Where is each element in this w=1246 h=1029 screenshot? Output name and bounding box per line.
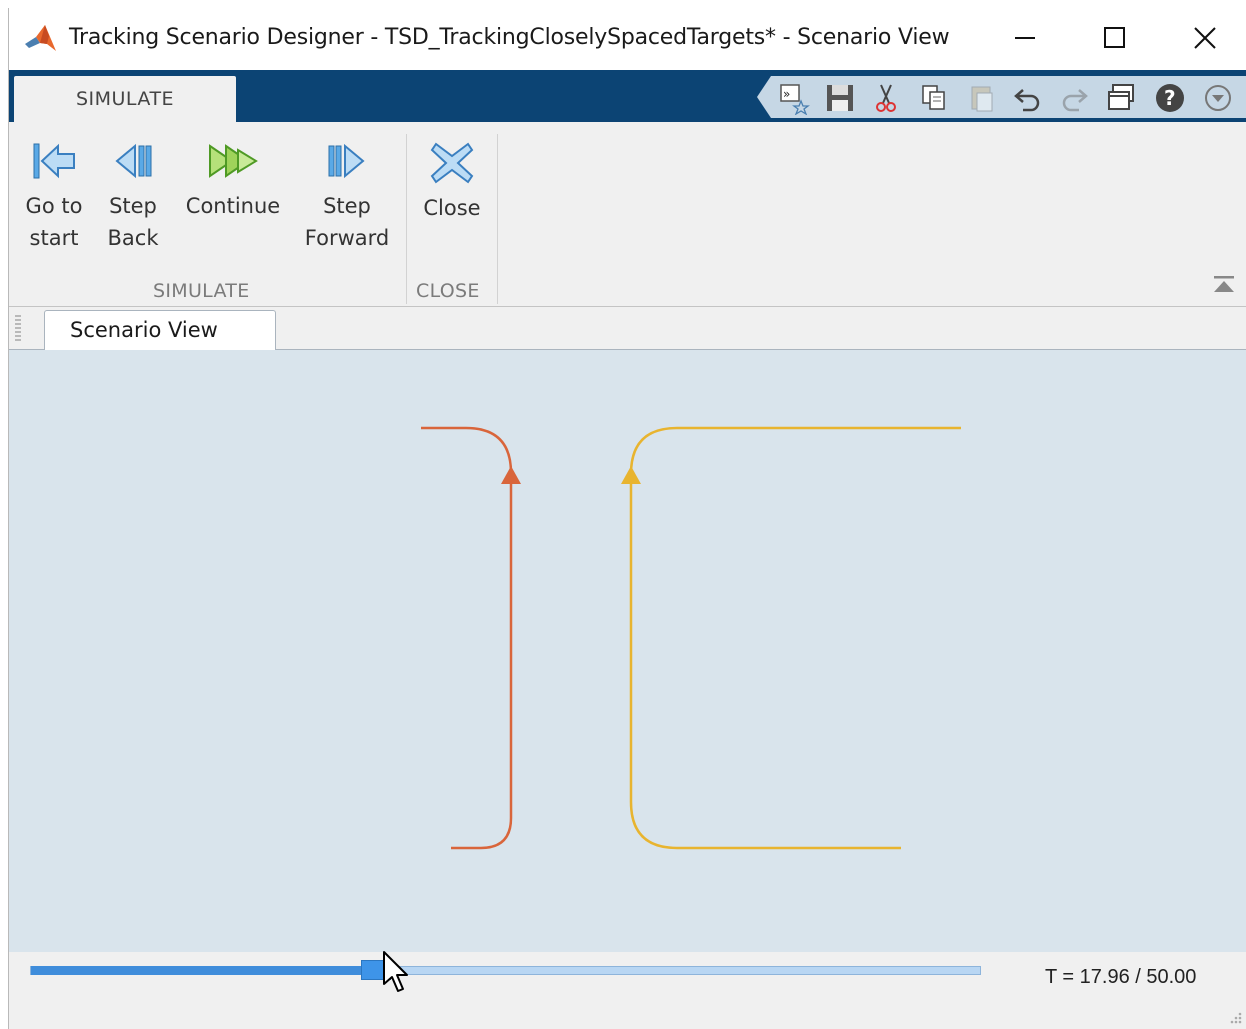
window-layout-icon bbox=[1108, 84, 1134, 110]
window-title: Tracking Scenario Designer - TSD_Trackin… bbox=[69, 25, 950, 50]
help-button[interactable]: ? bbox=[1153, 81, 1187, 115]
minimize-button[interactable] bbox=[995, 18, 1055, 58]
paste-icon bbox=[971, 86, 993, 112]
scenario-plot[interactable] bbox=[9, 350, 1246, 952]
ribbon-toolstrip: Go to start Step Back Continue Step Forw… bbox=[9, 122, 1246, 307]
undo-icon bbox=[1014, 89, 1040, 112]
go-to-start-label-2: start bbox=[29, 226, 79, 250]
document-tab-strip: Scenario View bbox=[9, 307, 1246, 350]
step-forward-button[interactable]: Step Forward bbox=[299, 140, 395, 254]
window-layout-button[interactable] bbox=[1105, 81, 1139, 115]
time-slider-track[interactable] bbox=[30, 966, 981, 975]
redo-button[interactable] bbox=[1057, 81, 1091, 115]
mouse-pointer-icon bbox=[383, 951, 408, 992]
close-icon bbox=[1194, 27, 1216, 49]
close-simulation-button[interactable]: Close bbox=[417, 140, 487, 224]
group-divider bbox=[406, 134, 407, 304]
collapse-ribbon-icon bbox=[1214, 276, 1234, 292]
cut-icon bbox=[876, 84, 896, 112]
quick-access-toolbar: » ? bbox=[757, 76, 1246, 118]
expand-menu-icon bbox=[1205, 85, 1231, 111]
cut-button[interactable] bbox=[869, 81, 903, 115]
app-window: Tracking Scenario Designer - TSD_Trackin… bbox=[8, 8, 1246, 1029]
step-back-label-2: Back bbox=[107, 226, 159, 250]
help-icon: ? bbox=[1156, 84, 1184, 112]
step-forward-label-1: Step bbox=[323, 194, 371, 218]
ribbon-header: SIMULATE » ? bbox=[9, 70, 1246, 122]
continue-button[interactable]: Continue bbox=[179, 140, 287, 222]
resize-grip-icon[interactable] bbox=[1227, 1009, 1243, 1025]
help-browser-shortcut-icon: » bbox=[780, 84, 810, 116]
go-to-start-label-1: Go to bbox=[25, 194, 83, 218]
group-label-close: CLOSE bbox=[416, 280, 480, 302]
time-readout: T = 17.96 / 50.00 bbox=[1045, 966, 1197, 988]
redo-icon bbox=[1062, 89, 1088, 112]
step-back-icon bbox=[115, 143, 152, 179]
collapse-ribbon-button[interactable] bbox=[1211, 272, 1237, 298]
scenario-canvas bbox=[421, 426, 961, 850]
minimize-icon bbox=[1015, 37, 1035, 39]
target-direction-arrow-2 bbox=[621, 466, 641, 484]
time-slider-progress bbox=[31, 966, 377, 975]
step-forward-label-2: Forward bbox=[304, 226, 390, 250]
save-icon bbox=[827, 85, 853, 111]
step-forward-icon bbox=[328, 143, 365, 179]
panel-grip-handle[interactable] bbox=[15, 315, 21, 343]
title-bar[interactable]: Tracking Scenario Designer - TSD_Trackin… bbox=[9, 8, 1246, 70]
step-back-label-1: Step bbox=[109, 194, 157, 218]
target-trajectory-1 bbox=[421, 426, 513, 850]
maximize-button[interactable] bbox=[1085, 18, 1145, 58]
timeline-bar: T = 17.96 / 50.00 bbox=[9, 952, 1246, 1029]
tab-scenario-view[interactable]: Scenario View bbox=[44, 310, 276, 350]
group-label-simulate: SIMULATE bbox=[153, 280, 250, 302]
target-direction-arrow-1 bbox=[501, 466, 521, 484]
svg-text:?: ? bbox=[1164, 86, 1176, 110]
help-browser-shortcut-button[interactable]: » bbox=[777, 81, 811, 116]
group-divider bbox=[497, 134, 498, 304]
close-window-button[interactable] bbox=[1175, 18, 1235, 58]
undo-button[interactable] bbox=[1011, 81, 1045, 115]
matlab-logo-icon bbox=[25, 25, 56, 51]
target-trajectory-2 bbox=[629, 426, 961, 850]
copy-button[interactable] bbox=[917, 81, 951, 115]
paste-button[interactable] bbox=[965, 81, 999, 115]
go-to-start-icon bbox=[33, 143, 75, 179]
close-label: Close bbox=[423, 196, 481, 220]
step-back-button[interactable]: Step Back bbox=[103, 140, 163, 254]
copy-icon bbox=[922, 85, 945, 110]
expand-menu-button[interactable] bbox=[1201, 81, 1235, 115]
close-x-icon bbox=[430, 142, 474, 184]
continue-icon bbox=[209, 144, 258, 178]
go-to-start-button[interactable]: Go to start bbox=[19, 140, 89, 254]
svg-text:»: » bbox=[783, 87, 790, 101]
tab-simulate[interactable]: SIMULATE bbox=[14, 76, 236, 122]
save-button[interactable] bbox=[823, 81, 857, 115]
continue-label: Continue bbox=[185, 194, 281, 218]
maximize-icon bbox=[1104, 27, 1125, 48]
